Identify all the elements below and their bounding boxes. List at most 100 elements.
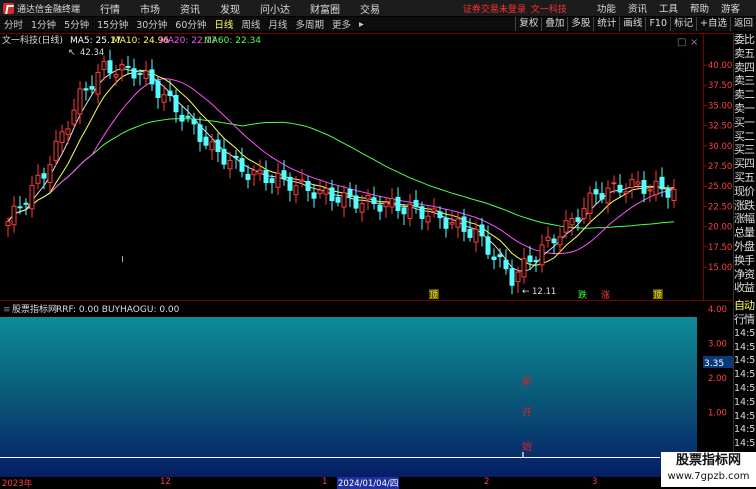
tool-statistics[interactable]: 统计 (593, 17, 619, 31)
panel-label: 卖三 (734, 74, 755, 88)
candle-body (365, 194, 371, 200)
price-tick-label: 27.50 (708, 162, 732, 172)
expand-icon[interactable]: □ (677, 37, 686, 48)
candle-body (257, 169, 263, 175)
candle-body (635, 181, 641, 185)
menu-wealth[interactable]: 财富圈 (310, 1, 340, 16)
tool-f10[interactable]: F10 (645, 17, 670, 31)
signal-char-1: 新 (522, 375, 532, 388)
low-price-label: 12.11 (532, 287, 556, 297)
price-chart[interactable]: 文一科技(日线) MA5: 25.17 MA10: 24.96 MA20: 22… (0, 33, 733, 301)
candle-body (467, 228, 473, 238)
panel-label: 外盘 (734, 239, 755, 253)
menu-tools[interactable]: 工具 (659, 1, 678, 15)
price-tick-label: 15.00 (708, 263, 732, 273)
menu-function[interactable]: 功能 (597, 1, 616, 15)
candle-body (347, 188, 353, 198)
candle-body (167, 90, 173, 97)
candle-body (353, 195, 359, 209)
candle-body (221, 148, 227, 165)
candle-body (71, 109, 77, 125)
menu-quotes[interactable]: 行情 (100, 1, 120, 16)
menu-trade[interactable]: 交易 (360, 1, 380, 16)
candle-body (17, 206, 23, 209)
tool-multi-stock[interactable]: 多股 (567, 17, 593, 31)
candle-body (449, 222, 455, 225)
candle-body (593, 189, 599, 195)
candle-body (371, 197, 377, 205)
candle-body (179, 114, 185, 122)
candle-body (209, 141, 215, 151)
indicator-values: RRF: 0.00 BUYHAOGU: 0.00 (56, 305, 180, 315)
tool-overlay[interactable]: 叠加 (541, 17, 567, 31)
period-multi[interactable]: 多周期 (291, 17, 328, 31)
price-tick-label: 20.00 (708, 223, 732, 233)
period-intraday[interactable]: 分时 (0, 17, 27, 31)
indicator-chart[interactable]: ≡ 股票指标网 RRF: 0.00 BUYHAOGU: 0.00 4.00 3.0… (0, 300, 733, 477)
candle-body (575, 217, 581, 222)
close-chart-icon[interactable]: × (690, 37, 698, 48)
candle-body (461, 216, 467, 232)
candle-body (431, 208, 437, 212)
price-tick-label: 32.50 (708, 122, 732, 132)
indicator-menu-icon[interactable]: ≡ (3, 305, 11, 315)
panel-label: 买二 (734, 129, 755, 143)
candle-body (509, 268, 515, 286)
tick-time: 14:50 (734, 424, 756, 436)
candle-body (455, 218, 461, 228)
chart-stock-title: 文一科技(日线) (2, 34, 63, 46)
period-bar: 分时 1分钟 5分钟 15分钟 30分钟 60分钟 日线 周线 月线 多周期 更… (0, 17, 756, 31)
tool-back[interactable]: 返回 (729, 17, 756, 31)
menu-news[interactable]: 资讯 (180, 1, 200, 16)
tool-mark[interactable]: 标记 (670, 17, 696, 31)
period-more[interactable]: 更多 (328, 17, 355, 31)
period-15min[interactable]: 15分钟 (93, 17, 132, 31)
candle-body (95, 71, 101, 95)
panel-tab-quotes[interactable]: 行情 (734, 313, 756, 327)
watermark-title: 股票指标网 (675, 453, 741, 468)
candle-body (197, 124, 203, 142)
period-weekly[interactable]: 周线 (237, 17, 264, 31)
candle-body (521, 258, 527, 278)
menu-discover[interactable]: 发现 (220, 1, 240, 16)
ma60-legend: MA60: 22.34 (204, 36, 261, 46)
period-30min[interactable]: 30分钟 (132, 17, 171, 31)
candle-body (317, 189, 323, 194)
candle-body (293, 185, 299, 196)
candle-body (203, 136, 209, 146)
candle-body (533, 260, 539, 263)
period-daily[interactable]: 日线 (210, 17, 237, 31)
divider-tick (122, 256, 123, 262)
period-more-dropdown-icon[interactable]: ▸ (355, 19, 368, 30)
candle-body (275, 172, 281, 188)
candle-body (305, 180, 311, 191)
period-60min[interactable]: 60分钟 (171, 17, 210, 31)
menu-market[interactable]: 市场 (140, 1, 160, 16)
candle-body (101, 61, 107, 70)
menu-ask[interactable]: 问小达 (260, 1, 290, 16)
app-name: 通达信金融终端 (17, 4, 81, 15)
tool-adjust[interactable]: 复权 (515, 17, 541, 31)
app-logo: 通达信金融终端 (3, 2, 80, 15)
candle-body (557, 236, 563, 246)
period-5min[interactable]: 5分钟 (60, 17, 93, 31)
period-1min[interactable]: 1分钟 (27, 17, 60, 31)
guest-user[interactable]: 游客 (721, 1, 740, 15)
panel-label: 委比 (734, 33, 755, 46)
tool-draw[interactable]: 画线 (619, 17, 645, 31)
period-monthly[interactable]: 月线 (264, 17, 291, 31)
login-warning[interactable]: 证券交易未登录 (463, 2, 526, 15)
tool-add-watchlist[interactable]: +自选 (696, 17, 730, 31)
chart-toolbar: 复权 叠加 多股 统计 画线 F10 标记 +自选 返回 (515, 17, 756, 31)
candle-body (269, 178, 275, 184)
candle-body (377, 204, 383, 212)
indicator-tick-label: 3.00 (708, 340, 727, 350)
menu-help[interactable]: 帮助 (690, 1, 709, 15)
candle-body (605, 187, 611, 204)
candle-body (263, 170, 269, 184)
menu-info[interactable]: 资讯 (628, 1, 647, 15)
panel-label: 净资 (734, 267, 755, 281)
candle-body (359, 203, 365, 213)
panel-tab-auto[interactable]: 自动 (734, 299, 756, 313)
candle-body (113, 74, 119, 78)
